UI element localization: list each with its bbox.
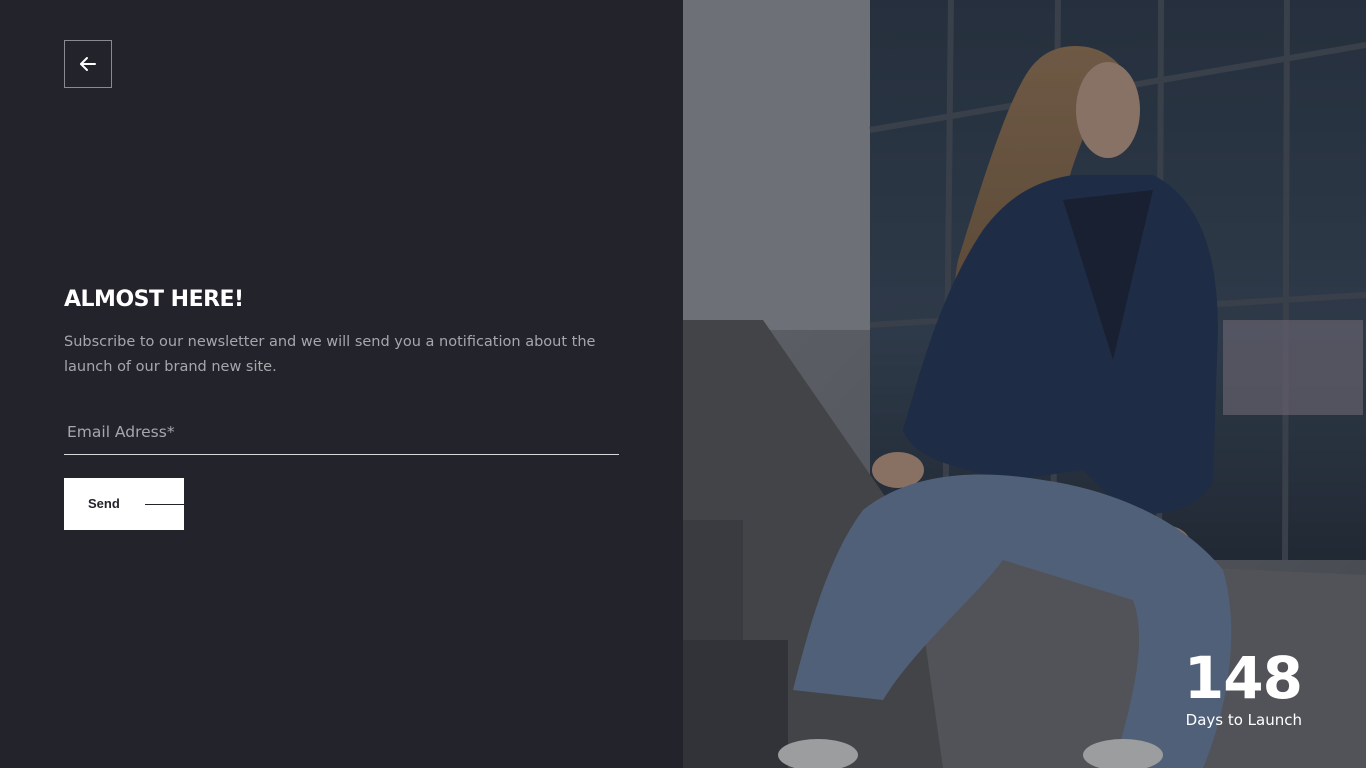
email-field-wrapper [64,410,619,455]
hero-image-panel: 148 Days to Launch [683,0,1366,768]
launch-countdown: 148 Days to Launch [1183,644,1303,730]
countdown-days-label: Days to Launch [1185,711,1302,729]
arrow-line-icon [145,504,184,505]
page-title: ALMOST HERE! [64,287,244,312]
send-button[interactable]: Send [64,478,184,530]
back-button[interactable] [64,40,112,88]
left-panel: ALMOST HERE! Subscribe to our newsletter… [0,0,683,768]
newsletter-description: Subscribe to our newsletter and we will … [64,334,596,375]
email-field[interactable] [64,410,619,454]
send-label: Send [88,496,120,511]
countdown-days-number: 148 [1183,644,1303,712]
arrow-left-icon [80,57,96,71]
